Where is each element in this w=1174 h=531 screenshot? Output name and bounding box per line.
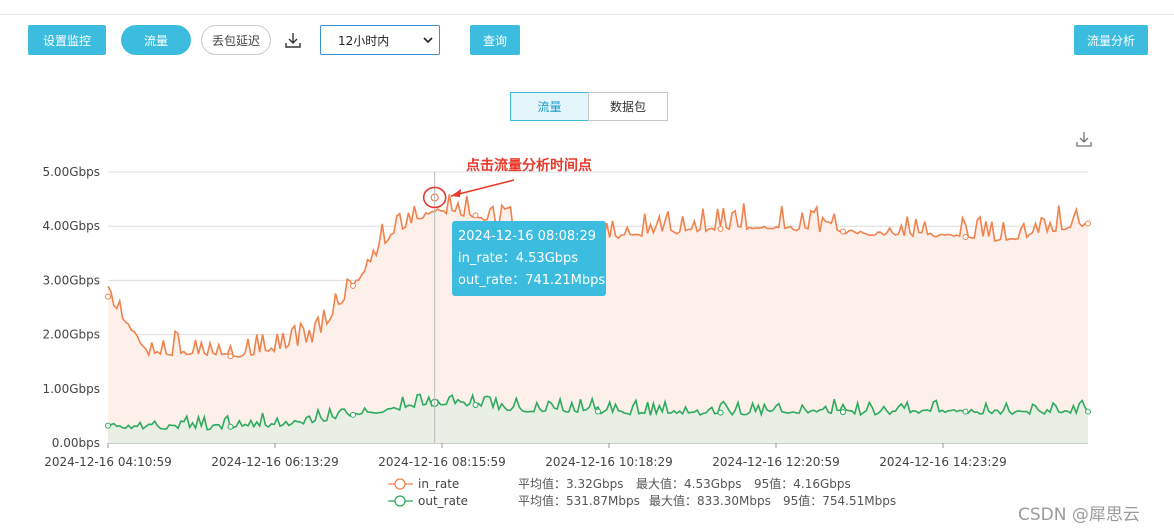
x-tick-label: 2024-12-16 04:10:59 bbox=[44, 455, 171, 469]
time-range-value: 12小时内 bbox=[338, 33, 390, 48]
legend-out-max: 最大值：833.30Mbps bbox=[649, 493, 771, 508]
in-rate-point[interactable] bbox=[350, 282, 356, 289]
legend-in-dot bbox=[394, 478, 406, 490]
out-rate-point[interactable] bbox=[1085, 408, 1091, 415]
watermark: CSDN @犀思云 bbox=[1018, 505, 1140, 525]
out-rate-point[interactable] bbox=[717, 409, 724, 416]
out-rate-area bbox=[108, 394, 1088, 443]
out-rate-line bbox=[107, 392, 1089, 431]
set-monitor-button[interactable]: 设置监控 bbox=[28, 25, 106, 55]
chart-tooltip: 2024-12-16 08:08:29 in_rate：4.53Gbps out… bbox=[452, 221, 606, 296]
x-tick-label: 2024-12-16 08:15:59 bbox=[378, 455, 505, 469]
y-tick-label: 2.00Gbps bbox=[42, 328, 100, 342]
traffic-analysis-button[interactable]: 流量分析 bbox=[1074, 25, 1148, 55]
traffic-button[interactable]: 流量 bbox=[121, 25, 191, 55]
in-rate-point[interactable] bbox=[962, 234, 969, 241]
out-rate-hover-point[interactable] bbox=[430, 398, 439, 407]
in-rate-point[interactable] bbox=[840, 228, 846, 235]
in-rate-point[interactable] bbox=[105, 293, 111, 300]
legend-in-p95: 95值：4.16Gbps bbox=[754, 476, 851, 491]
annotation-arrowhead bbox=[451, 189, 461, 197]
in-rate-point[interactable] bbox=[1085, 220, 1091, 227]
legend-in-name[interactable]: in_rate bbox=[418, 477, 459, 491]
in-rate-point[interactable] bbox=[227, 353, 234, 360]
out-rate-point[interactable] bbox=[472, 402, 479, 409]
chart-download-icon[interactable] bbox=[1075, 130, 1093, 148]
y-tick-label: 1.00Gbps bbox=[42, 382, 100, 396]
tooltip-time: 2024-12-16 08:08:29 bbox=[458, 229, 597, 244]
tab-packets[interactable]: 数据包 bbox=[588, 92, 668, 121]
highlight-marker bbox=[422, 186, 447, 209]
tooltip-out-rate: out_rate：741.21Mbps bbox=[458, 273, 606, 288]
x-tick-label: 2024-12-16 06:13:29 bbox=[211, 455, 338, 469]
tooltip-in-rate: in_rate：4.53Gbps bbox=[458, 251, 579, 266]
x-tick-label: 2024-12-16 14:23:29 bbox=[879, 455, 1006, 469]
out-rate-point[interactable] bbox=[227, 423, 234, 430]
out-rate-point[interactable] bbox=[105, 422, 111, 429]
y-tick-label: 5.00Gbps bbox=[42, 165, 100, 179]
x-tick-label: 2024-12-16 12:20:59 bbox=[712, 455, 839, 469]
legend-in-avg: 平均值：3.32Gbps bbox=[518, 476, 624, 491]
annotation-text: 点击流量分析时间点 bbox=[466, 158, 592, 174]
download-icon[interactable] bbox=[284, 31, 302, 49]
legend-out-p95: 95值：754.51Mbps bbox=[783, 493, 896, 508]
out-rate-point[interactable] bbox=[595, 408, 601, 415]
y-tick-label: 3.00Gbps bbox=[42, 273, 100, 287]
in-rate-point[interactable] bbox=[717, 225, 724, 232]
legend: in_rate out_rate 平均值：3.32Gbps 最大值：4.53Gb… bbox=[388, 476, 896, 508]
in-rate-point[interactable] bbox=[472, 212, 479, 219]
legend-out-dot bbox=[394, 495, 406, 507]
x-tick-label: 2024-12-16 10:18:29 bbox=[545, 455, 672, 469]
legend-out-name[interactable]: out_rate bbox=[418, 494, 468, 508]
out-rate-point[interactable] bbox=[840, 409, 846, 416]
annotation-arrow bbox=[450, 179, 515, 197]
time-range-select[interactable]: 12小时内 bbox=[320, 25, 440, 55]
top-divider bbox=[0, 14, 1174, 15]
legend-out-avg: 平均值：531.87Mbps bbox=[518, 493, 640, 508]
in-rate-hover-point[interactable] bbox=[430, 193, 439, 202]
out-rate-point[interactable] bbox=[962, 408, 969, 415]
y-tick-label: 0.00bps bbox=[52, 436, 100, 450]
legend-in-max: 最大值：4.53Gbps bbox=[636, 476, 742, 491]
tab-traffic[interactable]: 流量 bbox=[510, 92, 589, 121]
query-button[interactable]: 查询 bbox=[470, 25, 520, 55]
y-tick-label: 4.00Gbps bbox=[42, 219, 100, 233]
out-rate-point[interactable] bbox=[350, 411, 356, 418]
chevron-down-icon bbox=[423, 37, 433, 44]
loss-delay-button[interactable]: 丢包延迟 bbox=[201, 25, 271, 55]
